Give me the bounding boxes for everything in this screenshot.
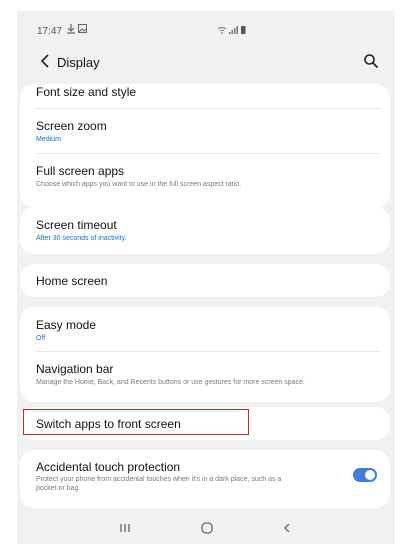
- system-status-icons: [217, 25, 247, 37]
- system-nav-bar: [17, 514, 395, 544]
- settings-card-3: Home screen: [20, 264, 390, 297]
- accidental-touch-subtitle: Protect your phone from accidental touch…: [36, 476, 282, 483]
- status-time: 17:47: [37, 26, 63, 37]
- back-icon[interactable]: [280, 521, 294, 535]
- chevron-left-icon[interactable]: [37, 52, 55, 70]
- navigation-bar-subtitle: Manage the Home, Back, and Recents butto…: [36, 379, 305, 386]
- navigation-bar-title: Navigation bar: [36, 362, 114, 376]
- screen-timeout-title: Screen timeout: [36, 218, 117, 232]
- page-title: Display: [57, 55, 100, 70]
- settings-card-4: Easy mode Off Navigation bar Manage the …: [20, 307, 390, 402]
- status-bar: 17:47: [17, 11, 395, 37]
- easy-mode-value: Off: [36, 335, 46, 342]
- screen-zoom-title: Screen zoom: [36, 119, 107, 133]
- phone-screen: 17:47 Display Font size and style Screen…: [17, 11, 395, 544]
- settings-card-2: Screen timeout After 30 seconds of inact…: [20, 207, 390, 254]
- toggle-knob: [365, 470, 375, 480]
- home-screen-row[interactable]: Home screen: [20, 264, 390, 297]
- screen-timeout-value: After 30 seconds of inactivity.: [36, 235, 127, 242]
- screen-zoom-row[interactable]: Screen zoom Medium: [20, 109, 390, 153]
- full-screen-apps-title: Full screen apps: [36, 164, 125, 178]
- full-screen-apps-row[interactable]: Full screen apps Choose which apps you w…: [20, 154, 390, 204]
- accidental-touch-title: Accidental touch protection: [36, 460, 181, 474]
- full-screen-apps-subtitle: Choose which apps you want to use in the…: [36, 181, 242, 188]
- screen-zoom-value: Medium: [36, 136, 61, 143]
- app-bar: Display: [17, 48, 395, 76]
- font-size-style-row[interactable]: Font size and style: [20, 84, 390, 106]
- easy-mode-row[interactable]: Easy mode Off: [20, 307, 390, 351]
- settings-card-6: Accidental touch protection Protect your…: [20, 450, 390, 508]
- accidental-touch-toggle[interactable]: [353, 468, 377, 482]
- screen-timeout-row[interactable]: Screen timeout After 30 seconds of inact…: [20, 207, 390, 254]
- recents-icon[interactable]: [118, 521, 132, 535]
- home-screen-title: Home screen: [36, 274, 108, 288]
- easy-mode-title: Easy mode: [36, 318, 97, 332]
- accidental-touch-row[interactable]: Accidental touch protection Protect your…: [20, 450, 390, 508]
- font-size-style-title: Font size and style: [36, 85, 137, 99]
- navigation-bar-row[interactable]: Navigation bar Manage the Home, Back, an…: [20, 352, 390, 402]
- wifi-signal-battery-icon: [217, 26, 246, 34]
- gallery-icon: [78, 24, 87, 35]
- accidental-touch-subtitle-2: pocket or bag.: [36, 485, 81, 492]
- download-icon: [67, 24, 75, 37]
- home-icon[interactable]: [200, 521, 214, 535]
- highlight-box: [23, 409, 249, 435]
- settings-card-1: Font size and style Screen zoom Medium F…: [20, 84, 390, 208]
- search-icon[interactable]: [363, 53, 379, 69]
